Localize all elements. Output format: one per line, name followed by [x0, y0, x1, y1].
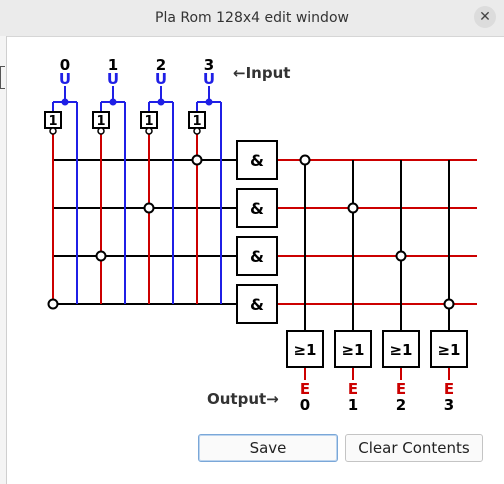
input-marker: U	[107, 70, 119, 88]
buffer-label: 1	[144, 114, 153, 129]
and-gate-label: &	[250, 151, 264, 170]
junction-dot	[61, 98, 69, 106]
or-connection-dot	[443, 298, 455, 310]
or-gate-label: ≥1	[341, 341, 364, 359]
and-connection-dot	[95, 250, 107, 262]
and-gate-label: &	[250, 295, 264, 314]
output-index-label: 0	[300, 396, 310, 414]
buffer-label: 1	[96, 114, 105, 129]
inverter-bubble	[193, 127, 201, 135]
output-index-label: 2	[396, 396, 406, 414]
inverter-bubble	[145, 127, 153, 135]
input-marker: U	[59, 70, 71, 88]
output-label: Output→	[207, 390, 279, 408]
clear-contents-button[interactable]: Clear Contents	[345, 434, 483, 462]
or-gate-label: ≥1	[389, 341, 412, 359]
and-connection-dot	[191, 154, 203, 166]
input-marker: U	[155, 70, 167, 88]
buffer-label: 1	[48, 114, 57, 129]
junction-dot	[109, 98, 117, 106]
inverter-bubble	[49, 127, 57, 135]
pla-diagram[interactable]: 1 1 1 1&&&&≥1 ≥1 ≥1 ≥1 0U1U2U3U ←InputE0E1E2E3O…	[0, 0, 504, 430]
inverter-bubble	[97, 127, 105, 135]
or-connection-dot	[299, 154, 311, 166]
input-label: ←Input	[233, 64, 290, 82]
junction-dot	[157, 98, 165, 106]
or-gate-label: ≥1	[293, 341, 316, 359]
and-connection-dot	[143, 202, 155, 214]
and-gate-label: &	[250, 199, 264, 218]
output-index-label: 3	[444, 396, 454, 414]
and-connection-dot	[47, 298, 59, 310]
junction-dot	[205, 98, 213, 106]
or-gate-label: ≥1	[437, 341, 460, 359]
input-marker: U	[203, 70, 215, 88]
output-index-label: 1	[348, 396, 358, 414]
or-connection-dot	[347, 202, 359, 214]
or-connection-dot	[395, 250, 407, 262]
buffer-label: 1	[192, 114, 201, 129]
and-gate-label: &	[250, 247, 264, 266]
save-button[interactable]: Save	[198, 434, 338, 462]
